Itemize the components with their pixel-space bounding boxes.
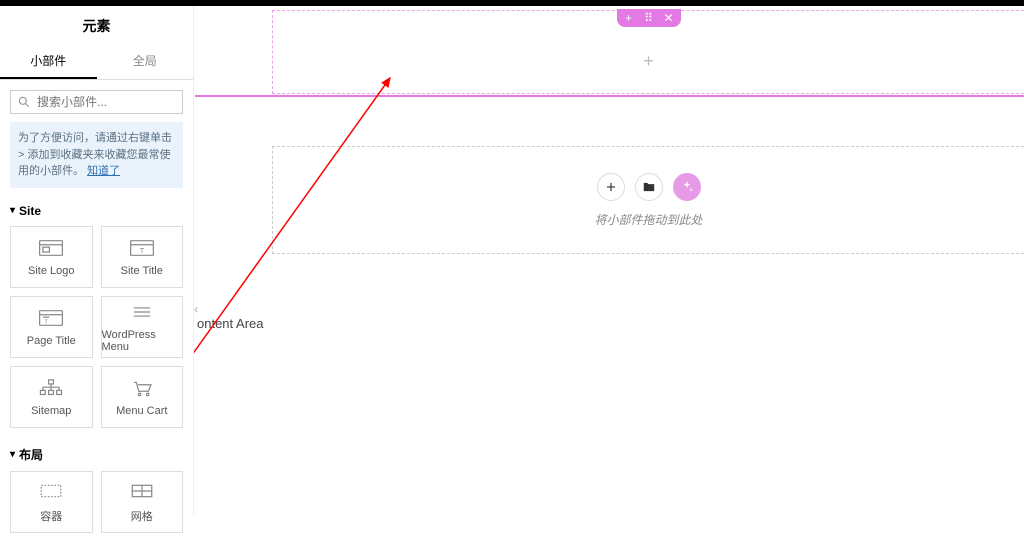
grid-icon [129,480,155,502]
widget-label: 网格 [131,508,153,524]
template-library-button[interactable] [635,173,663,201]
widget-label: Menu Cart [116,405,167,417]
drop-hint-text: 将小部件拖动到此处 [594,211,702,228]
sitemap-icon [38,377,64,399]
container-icon [38,480,64,502]
widget-container[interactable]: 容器 [10,471,93,533]
search-box[interactable] [10,90,183,114]
widget-site-logo[interactable]: Site Logo [10,226,93,288]
empty-section-actions [597,173,701,201]
wp-menu-icon [129,301,155,323]
section-selected[interactable]: + ⠿ ✕ + [272,10,1024,94]
site-logo-icon [38,237,64,259]
widget-label: Sitemap [31,405,71,417]
widget-label: Site Logo [28,265,74,277]
widget-site-title[interactable]: T Site Title [101,226,184,288]
widget-sitemap[interactable]: Sitemap [10,366,93,428]
widget-wordpress-menu[interactable]: WordPress Menu [101,296,184,358]
add-widget-plus[interactable]: + [639,51,659,71]
section-close-icon[interactable]: ✕ [663,12,675,24]
plus-icon [604,180,618,194]
section-drag-icon[interactable]: ⠿ [643,12,655,24]
tab-global[interactable]: 全局 [97,44,194,79]
category-site: Site Site Logo T Site Title T Page Title… [0,200,193,442]
category-layout-header[interactable]: 布局 [10,446,183,463]
widget-page-title[interactable]: T Page Title [10,296,93,358]
collapse-chevron[interactable]: ‹ [194,302,198,316]
svg-text:T: T [140,245,145,254]
page-title-icon: T [38,307,64,329]
search-icon [17,95,31,109]
widget-label: Site Title [121,265,163,277]
site-title-icon: T [129,237,155,259]
category-site-header[interactable]: Site [10,204,183,218]
cart-icon [129,377,155,399]
content-area-label: ontent Area [197,316,264,331]
widget-menu-cart[interactable]: Menu Cart [101,366,184,428]
widget-label: 容器 [40,508,62,524]
section-add-icon[interactable]: + [623,12,635,24]
favorites-tip: 为了方便访问，请通过右键单击 > 添加到收藏夹来收藏您最常使用的小部件。 知道了 [10,122,183,188]
panel-title: 元素 [0,6,193,44]
folder-icon [642,180,656,194]
widget-label: Page Title [27,335,76,347]
sparkle-icon [680,180,694,194]
widget-grid[interactable]: 网格 [101,471,184,533]
empty-section[interactable]: 将小部件拖动到此处 [272,146,1024,254]
section-handle[interactable]: + ⠿ ✕ [617,9,681,27]
add-section-button[interactable] [597,173,625,201]
tab-widgets[interactable]: 小部件 [0,44,97,79]
tip-dismiss-link[interactable]: 知道了 [87,165,120,177]
ai-button[interactable] [673,173,701,201]
category-layout: 布局 容器 网格 [0,442,193,547]
search-input[interactable] [37,95,192,109]
svg-text:T: T [45,319,49,325]
widget-label: WordPress Menu [102,329,183,353]
panel-tabs: 小部件 全局 [0,44,193,80]
editor-canvas[interactable]: + ⠿ ✕ + 将小部件拖动到此处 ‹ ontent Area [194,6,1024,515]
elements-panel: 元素 小部件 全局 为了方便访问，请通过右键单击 > 添加到收藏夹来收藏您最常使… [0,6,194,515]
